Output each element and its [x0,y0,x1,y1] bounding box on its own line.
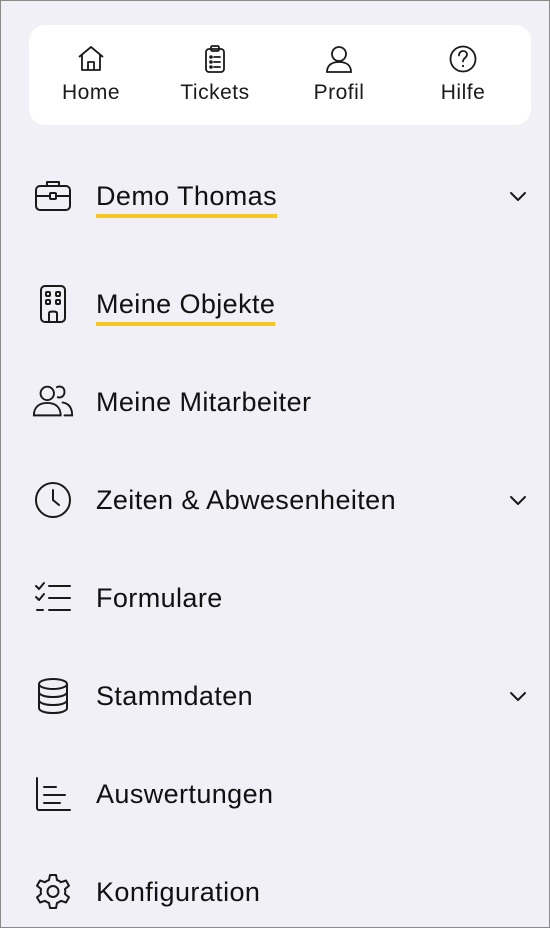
clipboard-icon [205,45,225,73]
nav-tickets-label: Tickets [180,81,250,104]
home-icon [78,46,104,71]
chevron-down-icon[interactable] [507,685,529,707]
checklist-icon [31,576,75,620]
menu-item-meine-mitarbeiter[interactable]: Meine Mitarbeiter [1,353,549,451]
chevron-down-icon[interactable] [507,185,529,207]
menu-item-meine-objekte[interactable]: Meine Objekte [1,255,549,353]
menu-label-demo-thomas: Demo Thomas [96,180,277,211]
menu-label-zeiten-abwesenheiten: Zeiten & Abwesenheiten [96,484,396,515]
bar-chart-icon [31,772,75,816]
menu-label-formulare: Formulare [96,582,223,613]
menu-label-konfiguration: Konfiguration [96,876,261,907]
clock-icon [31,478,75,522]
nav-home-button[interactable]: Home [29,25,153,125]
nav-hilfe-button[interactable]: Hilfe [401,25,525,125]
menu-item-auswertungen[interactable]: Auswertungen [1,745,549,843]
app-frame: Home Tickets Profil Hilfe Demo Thomas Me… [0,0,550,928]
help-circle-icon [449,45,477,73]
menu-item-konfiguration[interactable]: Konfiguration [1,843,549,927]
menu-item-demo-thomas[interactable]: Demo Thomas [1,147,549,245]
nav-tickets-button[interactable]: Tickets [153,25,277,125]
gear-icon [31,870,75,914]
users-icon [31,380,75,424]
top-navigation: Home Tickets Profil Hilfe [29,25,531,125]
user-icon [326,46,352,73]
menu-label-meine-objekte: Meine Objekte [96,288,276,319]
nav-profil-button[interactable]: Profil [277,25,401,125]
menu-item-formulare[interactable]: Formulare [1,549,549,647]
nav-home-label: Home [61,81,121,104]
menu-label-stammdaten: Stammdaten [96,680,254,711]
menu-item-stammdaten[interactable]: Stammdaten [1,647,549,745]
nav-hilfe-label: Hilfe [440,81,486,104]
menu-item-zeiten-abwesenheiten[interactable]: Zeiten & Abwesenheiten [1,451,549,549]
main-menu: Demo Thomas Meine Objekte Meine Mitarbei… [1,147,549,927]
menu-label-auswertungen: Auswertungen [96,778,274,809]
building-icon [31,282,75,326]
menu-label-meine-mitarbeiter: Meine Mitarbeiter [96,386,312,417]
chevron-down-icon[interactable] [507,489,529,511]
database-icon [31,674,75,718]
nav-profil-label: Profil [313,81,365,104]
briefcase-icon [31,174,75,218]
